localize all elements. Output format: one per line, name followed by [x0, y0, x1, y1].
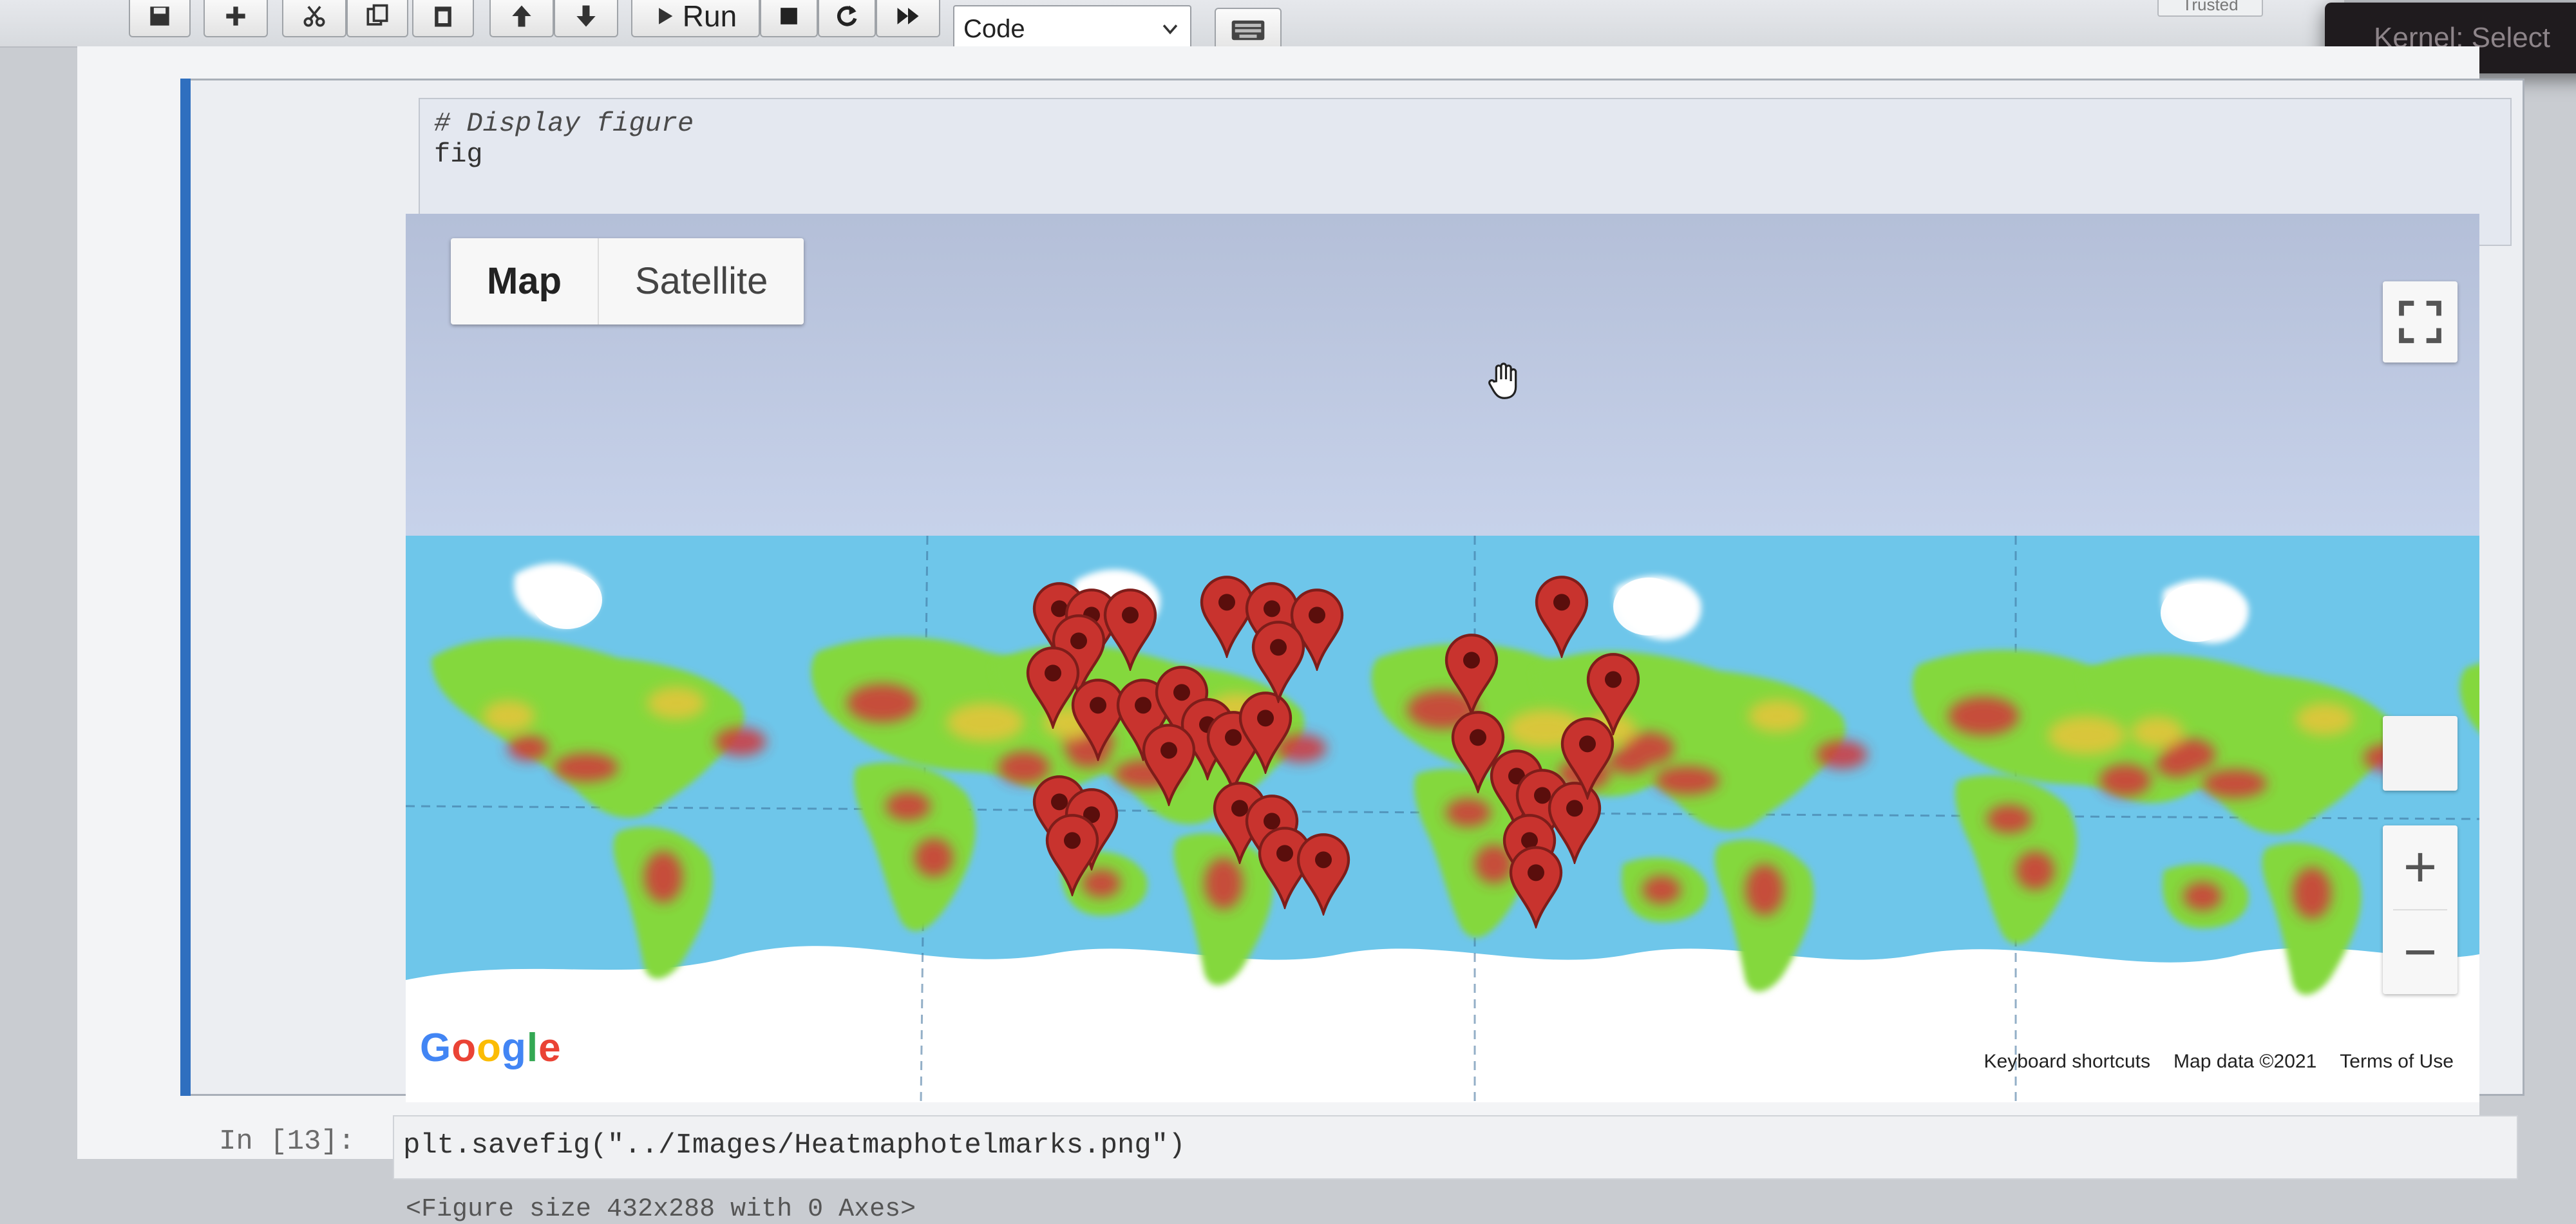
- cell-selection-bar: [180, 79, 191, 1096]
- arrow-down-icon: [576, 5, 596, 27]
- move-up-button[interactable]: [489, 0, 554, 37]
- stop-icon: [781, 8, 797, 24]
- save-icon: [150, 6, 169, 26]
- fast-forward-icon: [897, 8, 919, 24]
- terms-of-use-link[interactable]: Terms of Use: [2340, 1051, 2454, 1073]
- world-heatmap: [406, 535, 2479, 1102]
- map-type-control: Map Satellite: [451, 238, 804, 325]
- street-view-button[interactable]: [2383, 716, 2458, 791]
- run-button[interactable]: Run: [631, 0, 760, 37]
- chevron-down-icon: [1162, 24, 1178, 35]
- code-line-1: # Display figure: [434, 108, 694, 139]
- zoom-control: + −: [2383, 825, 2458, 994]
- cell-type-select[interactable]: Code: [953, 5, 1191, 53]
- notebook-page: # Display figure fig Map Satellite + − G…: [77, 46, 2524, 1224]
- move-down-button[interactable]: [554, 0, 618, 37]
- trusted-badge[interactable]: Trusted: [2157, 0, 2263, 17]
- map-type-satellite-button[interactable]: Satellite: [599, 238, 804, 325]
- keyboard-icon: [1231, 20, 1265, 41]
- play-icon: [658, 8, 673, 24]
- code-line-2: fig: [434, 139, 483, 170]
- fullscreen-button[interactable]: [2383, 281, 2458, 362]
- save-button[interactable]: [129, 0, 191, 37]
- notebook-toolbar: Run Code Trusted: [0, 0, 2344, 53]
- keyboard-shortcuts-link[interactable]: Keyboard shortcuts: [1984, 1051, 2150, 1073]
- restart-button[interactable]: [818, 0, 876, 37]
- interrupt-button[interactable]: [760, 0, 818, 37]
- next-code-editor[interactable]: plt.savefig("../Images/Heatmaphotelmarks…: [393, 1115, 2518, 1180]
- run-label: Run: [682, 0, 737, 33]
- map-type-map-button[interactable]: Map: [451, 238, 599, 325]
- paste-icon: [435, 6, 451, 27]
- paste-button[interactable]: [412, 0, 474, 37]
- google-map[interactable]: Map Satellite + − Google Keyboard shortc…: [406, 214, 2479, 1102]
- input-prompt: In [13]:: [219, 1125, 355, 1158]
- cell-output-partial: <Figure size 432x288 with 0 Axes>: [406, 1195, 916, 1224]
- fullscreen-icon: [2399, 301, 2441, 343]
- run-all-button[interactable]: [876, 0, 940, 37]
- scissors-icon: [303, 6, 325, 27]
- cell-type-value: Code: [963, 14, 1025, 43]
- map-data-text: Map data ©2021: [2174, 1051, 2317, 1072]
- map-attribution: Keyboard shortcuts Map data ©2021 Terms …: [1984, 1051, 2454, 1073]
- copy-icon: [366, 4, 388, 26]
- insert-cell-button[interactable]: [204, 0, 268, 37]
- plus-icon: [226, 6, 245, 26]
- zoom-out-button[interactable]: −: [2383, 910, 2458, 994]
- arrow-up-icon: [512, 5, 531, 27]
- restart-icon: [837, 5, 857, 26]
- hand-cursor-icon: [1488, 362, 1517, 399]
- cut-button[interactable]: [282, 0, 346, 37]
- copy-button[interactable]: [346, 0, 408, 37]
- zoom-in-button[interactable]: +: [2383, 825, 2458, 909]
- google-logo: Google: [420, 1026, 562, 1070]
